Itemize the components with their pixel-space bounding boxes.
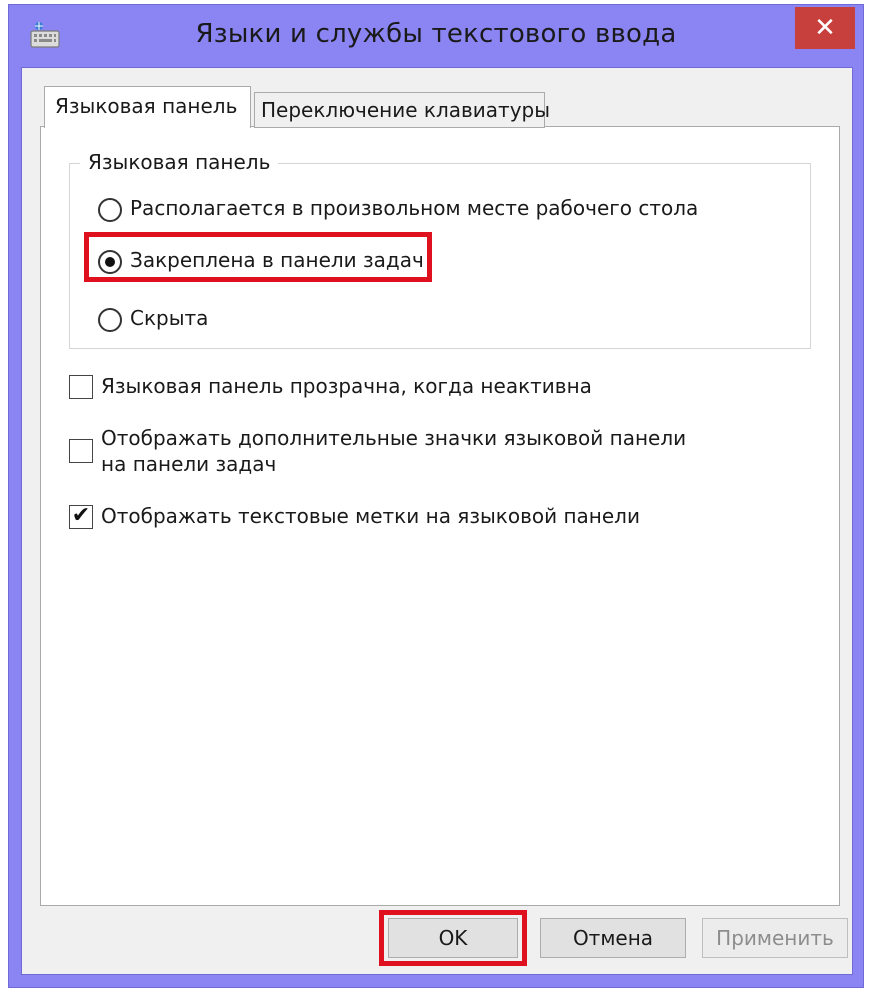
radio-hidden[interactable] bbox=[98, 308, 122, 332]
close-button[interactable]: ✕ bbox=[795, 7, 855, 49]
radio-hidden-label: Скрыта bbox=[130, 306, 209, 330]
highlight-ok-button bbox=[379, 910, 527, 966]
radio-hidden-option[interactable]: Скрыта bbox=[98, 306, 208, 332]
tab-panel: Языковая панель Располагается в произвол… bbox=[40, 126, 840, 906]
checkbox-text-labels-label: Отображать текстовые метки на языковой п… bbox=[101, 504, 640, 528]
radio-floating[interactable] bbox=[98, 198, 122, 222]
apply-button[interactable]: Применить bbox=[702, 918, 848, 958]
checkbox-text-labels[interactable]: ✔ bbox=[69, 505, 93, 529]
checkbox-text-labels-option[interactable]: ✔ Отображать текстовые метки на языковой… bbox=[69, 503, 640, 529]
radio-floating-label: Располагается в произвольном месте рабоч… bbox=[130, 196, 699, 220]
close-icon: ✕ bbox=[814, 13, 836, 43]
checkbox-extra-icons-option[interactable]: Отображать дополнительные значки языково… bbox=[69, 425, 709, 477]
cancel-button[interactable]: Отмена bbox=[540, 918, 686, 958]
window-title: Языки и службы текстового ввода bbox=[195, 19, 677, 49]
checkbox-extra-icons[interactable] bbox=[69, 439, 93, 463]
checkbox-transparent[interactable] bbox=[69, 375, 93, 399]
checkbox-transparent-option[interactable]: Языковая панель прозрачна, когда неактив… bbox=[69, 373, 592, 399]
checkbox-extra-icons-label: Отображать дополнительные значки языково… bbox=[101, 426, 687, 476]
dialog-window: Языки и службы текстового ввода ✕ Языков… bbox=[8, 4, 864, 988]
title-bar[interactable]: Языки и службы текстового ввода ✕ bbox=[9, 5, 863, 67]
tab-keyboard-switch[interactable]: Переключение клавиатуры bbox=[254, 92, 550, 128]
check-mark-icon: ✔ bbox=[71, 503, 91, 528]
checkbox-transparent-label: Языковая панель прозрачна, когда неактив… bbox=[101, 374, 592, 398]
language-bar-groupbox: Языковая панель Располагается в произвол… bbox=[69, 150, 811, 349]
dialog-client-area: Языковая панель Переключение клавиатуры … bbox=[21, 67, 853, 975]
highlight-docked-option bbox=[84, 232, 432, 282]
groupbox-legend: Языковая панель bbox=[80, 150, 279, 174]
radio-floating-option[interactable]: Располагается в произвольном месте рабоч… bbox=[98, 196, 698, 222]
tab-language-bar[interactable]: Языковая панель bbox=[44, 86, 251, 128]
